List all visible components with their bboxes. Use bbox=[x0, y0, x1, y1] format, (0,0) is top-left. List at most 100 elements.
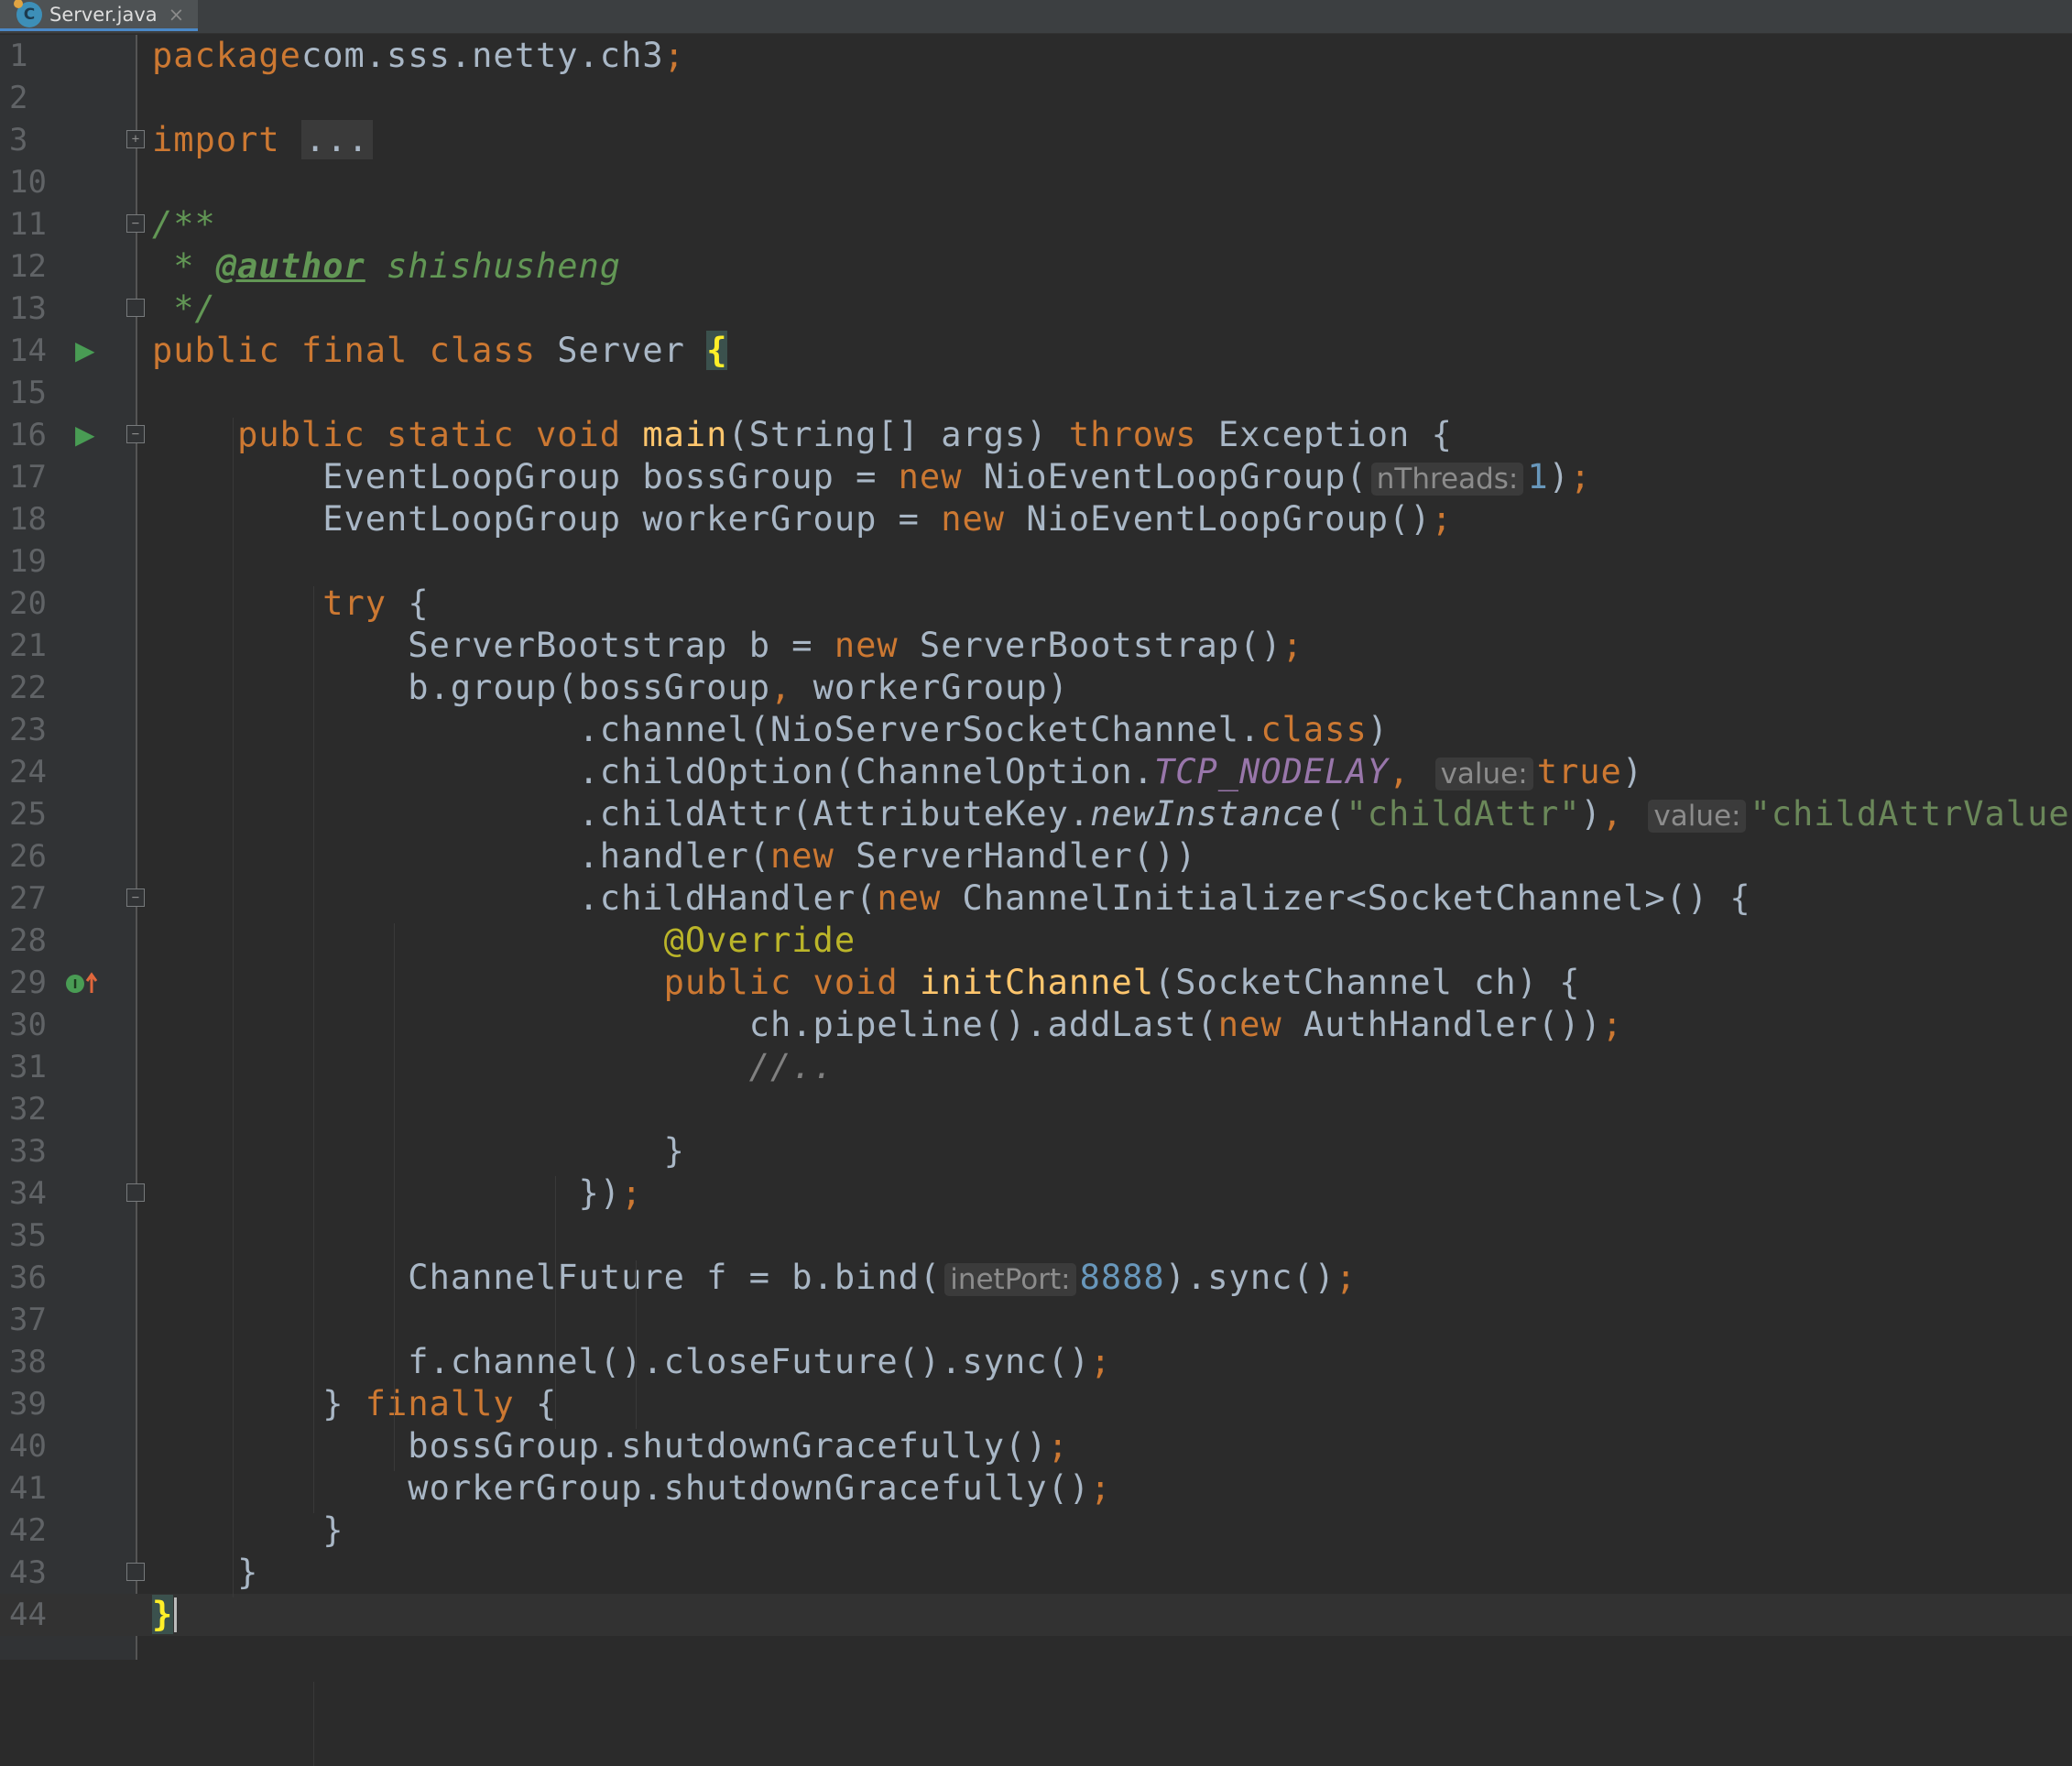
code-token: , bbox=[1601, 794, 1624, 834]
code-token: { bbox=[387, 583, 430, 623]
code-text[interactable]: public void initChannel(SocketChannel ch… bbox=[152, 962, 1581, 1004]
fold-collapse-icon[interactable]: − bbox=[126, 425, 145, 443]
code-text[interactable]: /** bbox=[152, 203, 216, 245]
code-line[interactable]: 31 //.. bbox=[0, 1046, 2072, 1088]
code-text[interactable]: EventLoopGroup workerGroup = new NioEven… bbox=[152, 498, 1453, 540]
code-line[interactable]: 1 packagecom.sss.netty.ch3; bbox=[0, 35, 2072, 77]
code-line[interactable]: 28 @Override bbox=[0, 920, 2072, 962]
code-text[interactable]: * @author shishusheng bbox=[152, 245, 621, 288]
code-line[interactable]: 12 * @author shishusheng bbox=[0, 245, 2072, 288]
code-line[interactable]: 14 ▶ public final class Server { bbox=[0, 330, 2072, 372]
fold-collapse-icon[interactable]: − bbox=[126, 888, 145, 907]
code-text[interactable]: import ... bbox=[152, 119, 373, 161]
code-line[interactable]: 34 }); bbox=[0, 1172, 2072, 1215]
line-number: 22 bbox=[9, 670, 47, 706]
code-text[interactable]: //.. bbox=[152, 1046, 834, 1088]
implements-method-icon[interactable]: I bbox=[64, 971, 103, 993]
fold-end-icon[interactable] bbox=[126, 299, 145, 317]
code-line[interactable]: 2 bbox=[0, 77, 2072, 119]
code-text[interactable]: workerGroup.shutdownGracefully(); bbox=[152, 1467, 1111, 1510]
code-token: TCP_NODELAY bbox=[1153, 752, 1390, 791]
code-line[interactable]: 25 .childAttr(AttributeKey.newInstance("… bbox=[0, 793, 2072, 835]
code-line[interactable]: 20 try { bbox=[0, 583, 2072, 625]
code-line[interactable]: 17 EventLoopGroup bossGroup = new NioEve… bbox=[0, 456, 2072, 498]
line-number: 12 bbox=[9, 248, 47, 285]
fold-collapse-icon[interactable]: − bbox=[126, 214, 145, 233]
code-line[interactable]: 43 } bbox=[0, 1552, 2072, 1594]
code-line[interactable]: 40 bossGroup.shutdownGracefully(); bbox=[0, 1425, 2072, 1467]
code-text[interactable]: EventLoopGroup bossGroup = new NioEventL… bbox=[152, 456, 1591, 498]
code-line[interactable]: 22 b.group(bossGroup, workerGroup) bbox=[0, 667, 2072, 709]
code-text[interactable]: bossGroup.shutdownGracefully(); bbox=[152, 1425, 1069, 1467]
code-text[interactable]: } bbox=[152, 1594, 177, 1636]
fold-expand-icon[interactable]: + bbox=[126, 130, 145, 148]
code-line[interactable]: 42 } bbox=[0, 1510, 2072, 1552]
code-line[interactable]: 10 bbox=[0, 161, 2072, 203]
code-token: import bbox=[152, 120, 280, 159]
code-line[interactable]: 36 ChannelFuture f = b.bind(inetPort: 888… bbox=[0, 1257, 2072, 1299]
run-icon[interactable]: ▶ bbox=[75, 414, 95, 456]
code-line[interactable]: 35 bbox=[0, 1215, 2072, 1257]
code-line[interactable]: 30 ch.pipeline().addLast(new AuthHandler… bbox=[0, 1004, 2072, 1046]
code-line[interactable]: 13 */ bbox=[0, 288, 2072, 330]
code-text[interactable]: } bbox=[152, 1552, 258, 1594]
code-line[interactable]: 37 bbox=[0, 1299, 2072, 1341]
code-line[interactable]: 16 ▶ − public static void main(String[] ar… bbox=[0, 414, 2072, 456]
code-text[interactable]: } bbox=[152, 1510, 344, 1552]
code-line[interactable]: 19 bbox=[0, 540, 2072, 583]
code-line[interactable]: 26 .handler(new ServerHandler()) bbox=[0, 835, 2072, 878]
code-text[interactable]: ChannelFuture f = b.bind(inetPort: 8888).… bbox=[152, 1257, 1357, 1299]
run-icon[interactable]: ▶ bbox=[75, 330, 95, 372]
code-line[interactable]: 41 workerGroup.shutdownGracefully(); bbox=[0, 1467, 2072, 1510]
fold-end-icon[interactable] bbox=[126, 1563, 145, 1581]
code-line[interactable]: 21 ServerBootstrap b = new ServerBootstr… bbox=[0, 625, 2072, 667]
code-line[interactable]: 23 .channel(NioServerSocketChannel.class… bbox=[0, 709, 2072, 751]
code-line[interactable]: 3 + import ... bbox=[0, 119, 2072, 161]
code-text[interactable]: .handler(new ServerHandler()) bbox=[152, 835, 1197, 878]
code-text[interactable]: public static void main(String[] args) t… bbox=[152, 414, 1453, 456]
code-text[interactable]: packagecom.sss.netty.ch3; bbox=[152, 35, 685, 77]
code-line[interactable]: 32 bbox=[0, 1088, 2072, 1130]
code-line[interactable]: 39 } finally { bbox=[0, 1383, 2072, 1425]
code-text[interactable]: ch.pipeline().addLast(new AuthHandler())… bbox=[152, 1004, 1623, 1046]
code-line[interactable]: 38 f.channel().closeFuture().sync(); bbox=[0, 1341, 2072, 1383]
code-line[interactable]: 24 .childOption(ChannelOption.TCP_NODELA… bbox=[0, 751, 2072, 793]
code-token: ; bbox=[1047, 1426, 1069, 1466]
code-token: { bbox=[706, 331, 728, 370]
code-text[interactable]: .channel(NioServerSocketChannel.class) bbox=[152, 709, 1389, 751]
code-token: main bbox=[642, 415, 728, 454]
code-text[interactable]: f.channel().closeFuture().sync(); bbox=[152, 1341, 1111, 1383]
code-text[interactable]: try { bbox=[152, 583, 430, 625]
code-text[interactable]: public final class Server { bbox=[152, 330, 728, 372]
code-line[interactable]: 33 } bbox=[0, 1130, 2072, 1172]
code-token: public final class bbox=[152, 331, 536, 370]
tab-server-java[interactable]: C Server.java × bbox=[0, 0, 198, 31]
code-line[interactable]: 18 EventLoopGroup workerGroup = new NioE… bbox=[0, 498, 2072, 540]
code-line[interactable]: 27 − .childHandler(new ChannelInitializer… bbox=[0, 878, 2072, 920]
code-text[interactable]: } finally { bbox=[152, 1383, 557, 1425]
code-token: ; bbox=[1090, 1342, 1112, 1381]
code-token: ) bbox=[1548, 457, 1570, 496]
code-text[interactable]: }); bbox=[152, 1172, 642, 1215]
code-text[interactable]: ServerBootstrap b = new ServerBootstrap(… bbox=[152, 625, 1303, 667]
code-editor[interactable]: 1 packagecom.sss.netty.ch3; 2 3 + import ... 1… bbox=[0, 35, 2072, 1766]
code-text[interactable]: b.group(bossGroup, workerGroup) bbox=[152, 667, 1069, 709]
fold-end-icon[interactable] bbox=[126, 1183, 145, 1202]
code-line[interactable]: 44} bbox=[0, 1594, 2072, 1636]
code-text[interactable]: .childHandler(new ChannelInitializer<Soc… bbox=[152, 878, 1751, 920]
code-token: ; bbox=[1601, 1005, 1624, 1044]
code-token: (String[] args) bbox=[727, 415, 1069, 454]
code-line[interactable]: 29 I public void initChannel(SocketChanne… bbox=[0, 962, 2072, 1004]
code-line[interactable]: 11 −/** bbox=[0, 203, 2072, 245]
close-icon[interactable]: × bbox=[169, 4, 185, 26]
code-text[interactable]: .childOption(ChannelOption.TCP_NODELAY, … bbox=[152, 751, 1643, 793]
code-text[interactable]: @Override bbox=[152, 920, 856, 962]
code-line[interactable]: 15 bbox=[0, 372, 2072, 414]
code-token: workerGroup.shutdownGracefully() bbox=[152, 1468, 1091, 1508]
code-text[interactable]: .childAttr(AttributeKey.newInstance("chi… bbox=[152, 793, 2072, 835]
code-token: .channel(NioServerSocketChannel. bbox=[152, 710, 1261, 749]
code-text[interactable]: */ bbox=[152, 288, 216, 330]
line-number: 14 bbox=[9, 332, 47, 369]
